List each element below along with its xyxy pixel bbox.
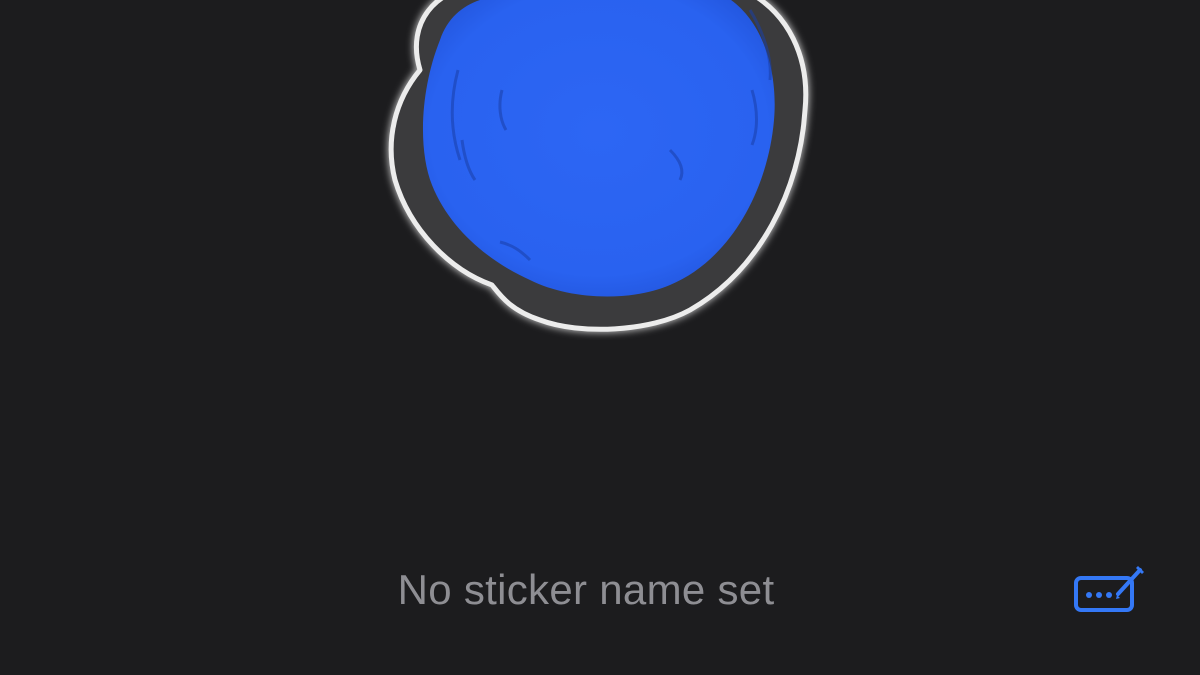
sticker-editor-screen: No sticker name set [0,0,1200,675]
sticker-preview[interactable] [380,0,820,340]
sticker-name-label: No sticker name set [397,566,775,613]
sticker-image [388,0,809,332]
edit-sticker-name-button[interactable] [1068,562,1152,620]
keyboard-pencil-icon [1074,566,1144,612]
